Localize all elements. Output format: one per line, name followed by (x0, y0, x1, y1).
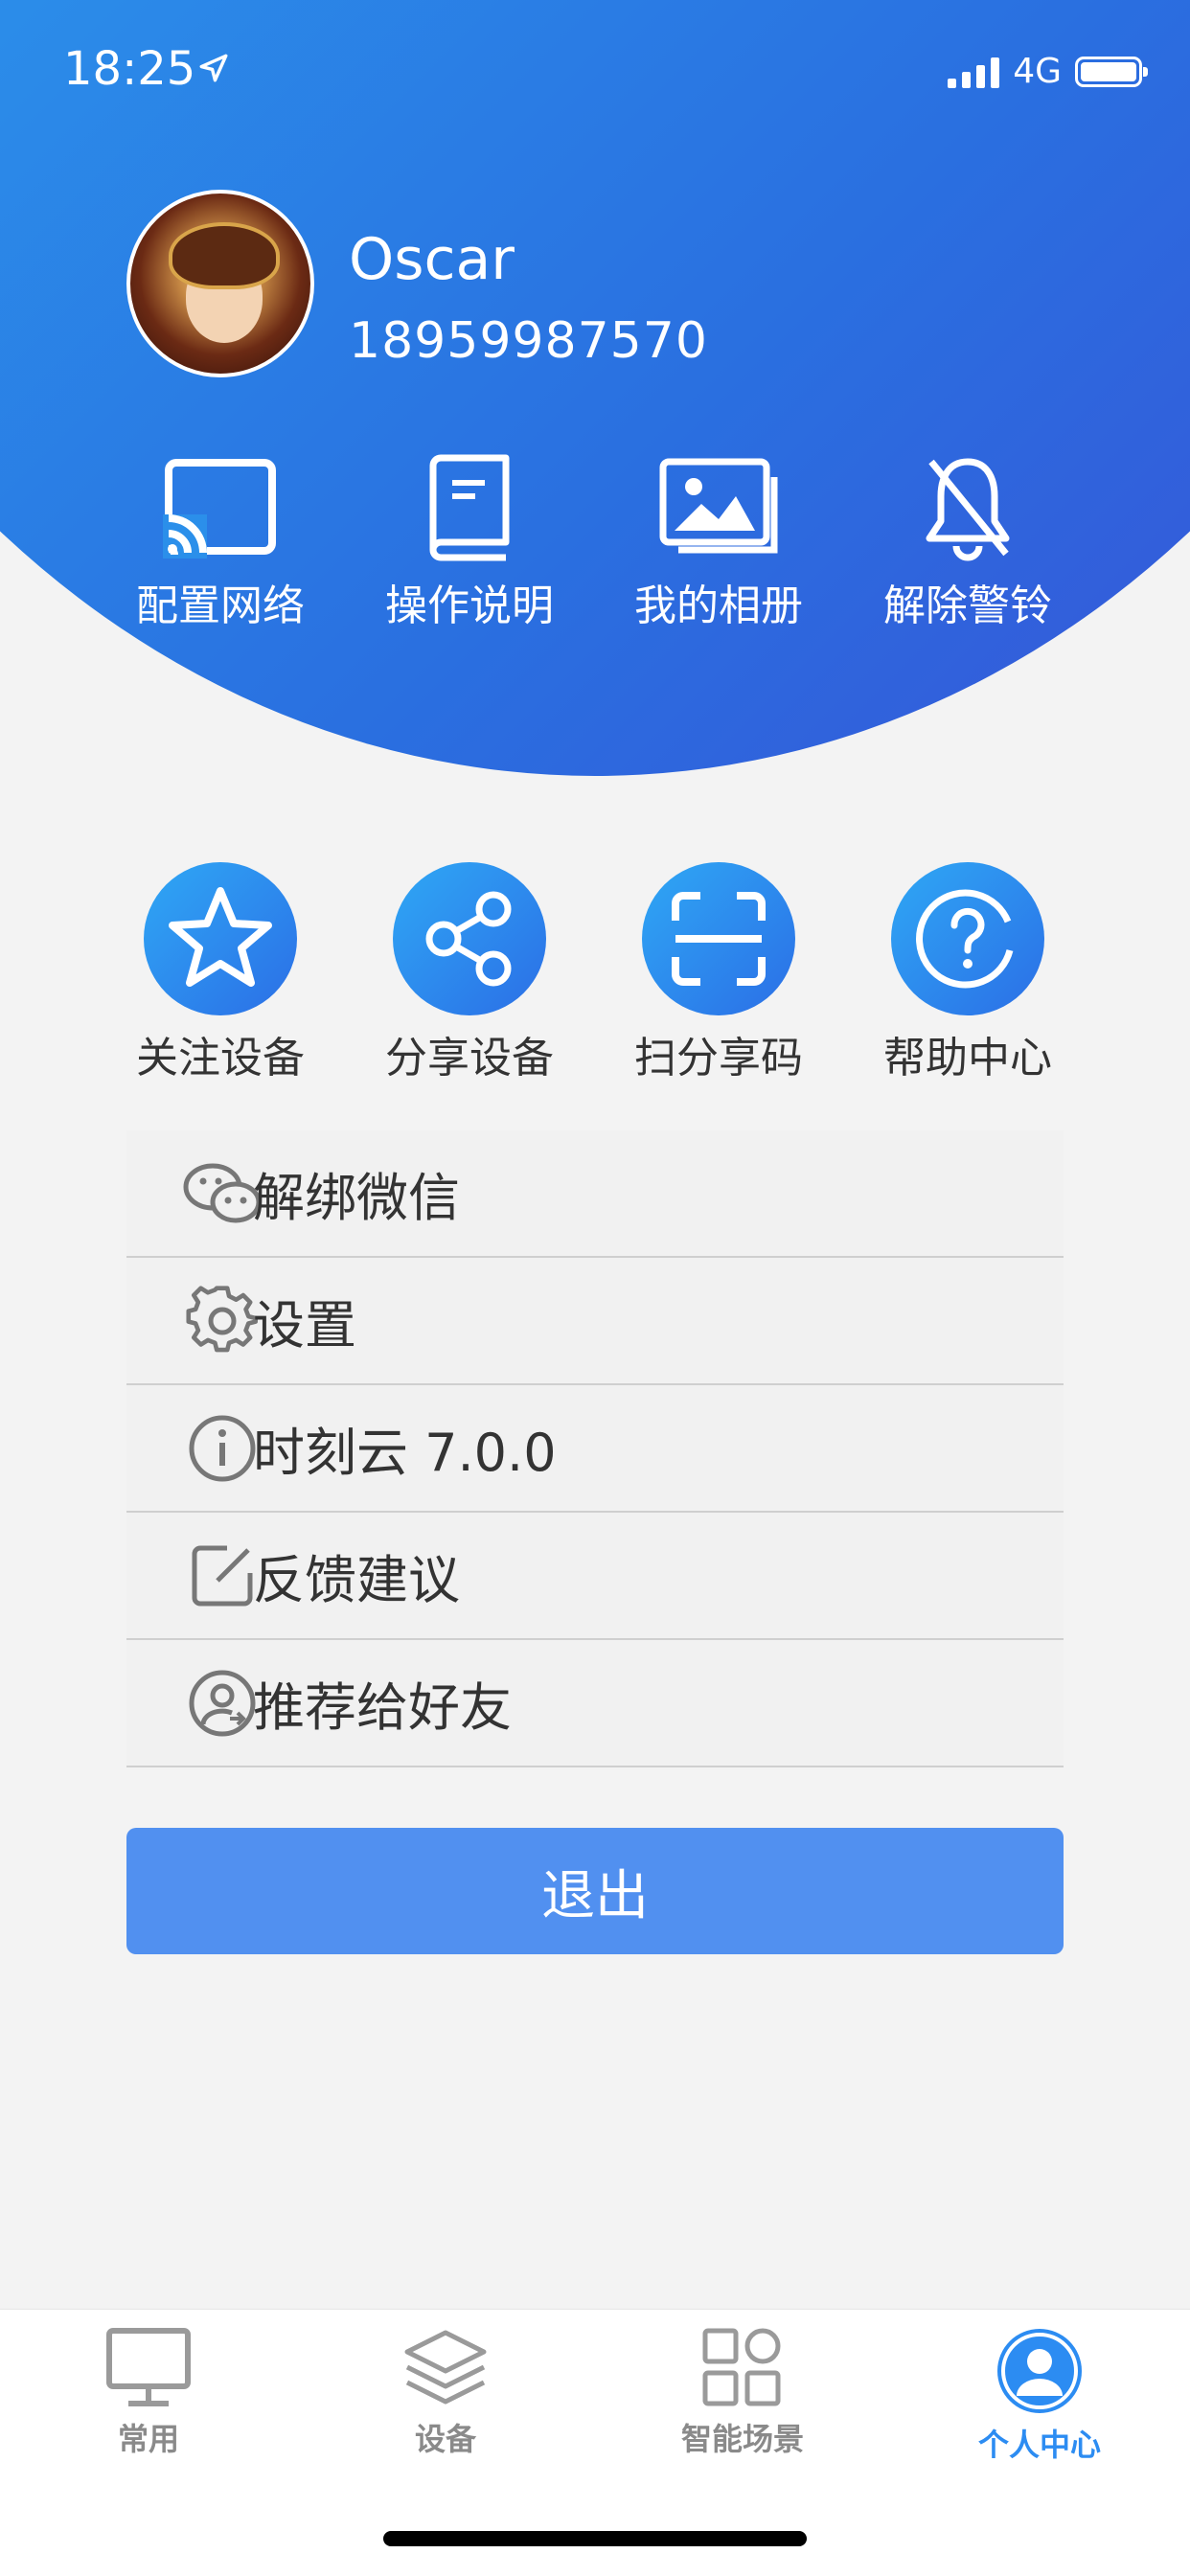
user-name: Oscar (349, 226, 515, 293)
status-time: 18:25 (63, 42, 196, 96)
help-icon (916, 889, 1014, 989)
top-action-label: 解除警铃 (883, 581, 1052, 630)
menu-item-feedback[interactable]: 反馈建议 (126, 1513, 1064, 1640)
wechat-icon (183, 1163, 262, 1222)
battery-icon (1075, 56, 1148, 87)
tab-personal-center[interactable]: 个人中心 (891, 2310, 1188, 2465)
monitor-icon (106, 2328, 191, 2406)
tab-devices[interactable]: 设备 (297, 2310, 594, 2465)
person-icon (997, 2329, 1082, 2413)
tab-label: 智能场景 (680, 2421, 804, 2457)
star-icon (169, 887, 272, 987)
edit-icon (192, 1545, 253, 1606)
menu-item-settings[interactable]: 设置 (126, 1258, 1064, 1385)
menu-item-label: 时刻云 7.0.0 (253, 1423, 557, 1483)
menu-item-unbind-wechat[interactable]: 解绑微信 (126, 1130, 1064, 1258)
album-icon (659, 458, 778, 554)
user-phone: 18959987570 (349, 312, 708, 370)
tab-smart-scenes[interactable]: 智能场景 (594, 2310, 891, 2465)
menu-item-label: 解绑微信 (253, 1168, 460, 1228)
settings-menu: 解绑微信 设置 时刻云 7.0.0 反馈建议 推荐给好友 (126, 1130, 1064, 1767)
menu-item-label: 反馈建议 (253, 1550, 460, 1610)
scan-share-code-button[interactable]: 扫分享码 (594, 862, 843, 1084)
cast-icon (163, 459, 276, 559)
configure-network-button[interactable]: 配置网络 (96, 450, 345, 632)
tab-common[interactable]: 常用 (0, 2310, 297, 2465)
quick-action-label: 分享设备 (385, 1034, 554, 1083)
signal-icon (948, 56, 1000, 88)
disarm-alarm-button[interactable]: 解除警铃 (843, 450, 1092, 632)
status-bar: 18:25 4G (0, 0, 1190, 144)
top-action-label: 配置网络 (136, 581, 305, 630)
tab-label: 常用 (117, 2421, 179, 2457)
quick-action-label: 帮助中心 (883, 1034, 1052, 1083)
tab-label: 设备 (414, 2421, 476, 2457)
network-type: 4G (1013, 52, 1062, 91)
bell-off-icon (926, 458, 1010, 561)
book-icon (429, 454, 510, 561)
gear-icon (186, 1285, 258, 1352)
follow-device-button[interactable]: 关注设备 (96, 862, 345, 1084)
tab-label: 个人中心 (977, 2427, 1101, 2463)
grid-icon (702, 2328, 781, 2406)
logout-button[interactable]: 退出 (126, 1828, 1064, 1954)
profile-header: 18:25 4G Oscar 18959987570 配置网络 操作说明 我的相… (0, 0, 1190, 786)
menu-item-version[interactable]: 时刻云 7.0.0 (126, 1385, 1064, 1513)
quick-action-label: 关注设备 (136, 1034, 305, 1083)
instructions-button[interactable]: 操作说明 (345, 450, 594, 632)
help-center-button[interactable]: 帮助中心 (843, 862, 1092, 1084)
share-device-button[interactable]: 分享设备 (345, 862, 594, 1084)
user-share-icon (189, 1670, 256, 1736)
menu-item-recommend[interactable]: 推荐给好友 (126, 1640, 1064, 1767)
avatar[interactable] (126, 190, 314, 377)
info-icon (189, 1415, 256, 1481)
menu-item-label: 设置 (253, 1295, 356, 1356)
layers-icon (404, 2330, 487, 2405)
top-action-label: 操作说明 (385, 581, 554, 630)
top-action-label: 我的相册 (634, 581, 803, 630)
menu-item-label: 推荐给好友 (253, 1677, 512, 1738)
my-album-button[interactable]: 我的相册 (594, 450, 843, 632)
scan-icon (672, 892, 766, 986)
share-icon (425, 891, 512, 987)
top-actions: 配置网络 操作说明 我的相册 解除警铃 (0, 450, 1190, 632)
quick-action-label: 扫分享码 (634, 1034, 803, 1083)
location-arrow-icon (199, 54, 228, 82)
quick-actions: 关注设备 分享设备 扫分享码 帮助中心 (0, 862, 1190, 1084)
home-indicator[interactable] (383, 2531, 807, 2546)
